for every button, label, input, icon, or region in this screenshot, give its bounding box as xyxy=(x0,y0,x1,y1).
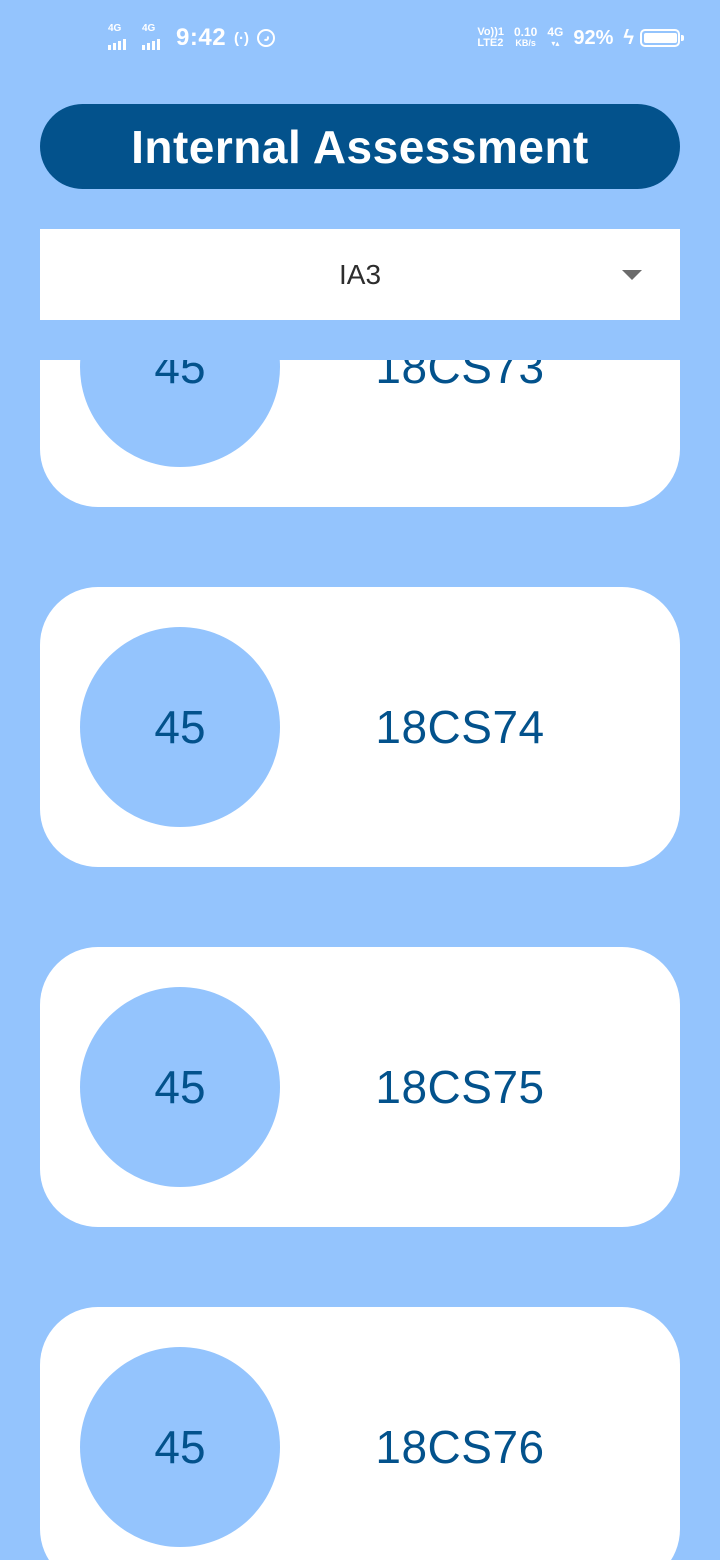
marks-value: 45 xyxy=(154,1421,206,1473)
volte-bottom-label: LTE2 xyxy=(477,37,504,49)
marks-circle: 45 xyxy=(80,987,280,1187)
status-bar: 4G 4G 9:42 (·) Vo))1 LTE2 0.10 KB/s 4G ▾… xyxy=(0,0,720,76)
signal-icon: 4G xyxy=(108,24,134,52)
subject-card[interactable]: 45 18CS75 xyxy=(40,947,680,1227)
subject-list[interactable]: 45 18CS73 45 18CS74 45 18CS75 45 18CS76 xyxy=(0,360,720,1560)
subject-card[interactable]: 45 18CS73 xyxy=(40,360,680,507)
hotspot-icon: (·) xyxy=(234,29,250,47)
page-title: Internal Assessment xyxy=(131,120,589,173)
marks-value: 45 xyxy=(154,360,206,393)
network-type-label: 4G xyxy=(142,23,156,34)
speed-value: 0.10 xyxy=(514,25,538,39)
marks-value: 45 xyxy=(154,701,206,753)
battery-percent: 92% xyxy=(573,26,614,49)
battery-icon xyxy=(640,29,684,47)
network-speed: 0.10 KB/s xyxy=(514,25,538,49)
dropdown-selected-value: IA3 xyxy=(338,258,382,290)
status-bar-left: 4G 4G 9:42 (·) xyxy=(108,22,276,54)
subject-code: 18CS76 xyxy=(375,1421,545,1473)
marks-circle: 45 xyxy=(80,360,280,467)
subject-card[interactable]: 45 18CS76 xyxy=(40,1307,680,1560)
marks-circle: 45 xyxy=(80,1347,280,1547)
subject-code: 18CS73 xyxy=(375,360,545,393)
page-title-banner: Internal Assessment xyxy=(40,104,680,189)
data-network-icon: 4G ▾▴ xyxy=(547,25,564,48)
network-type-label: 4G xyxy=(108,23,122,34)
marks-circle: 45 xyxy=(80,627,280,827)
subject-card[interactable]: 45 18CS74 xyxy=(40,587,680,867)
volte-indicator: Vo))1 LTE2 xyxy=(477,27,504,49)
network-type-label: 4G xyxy=(547,25,564,39)
assessment-dropdown[interactable]: IA3 xyxy=(40,229,680,320)
clock: 9:42 xyxy=(176,24,227,51)
subject-code: 18CS74 xyxy=(375,701,545,753)
charging-bolt-icon: ϟ xyxy=(623,26,634,49)
speed-unit: KB/s xyxy=(515,38,536,48)
marks-value: 45 xyxy=(154,1061,206,1113)
whatsapp-icon xyxy=(257,29,276,47)
status-bar-right: Vo))1 LTE2 0.10 KB/s 4G ▾▴ 92% ϟ xyxy=(477,22,684,54)
chevron-down-icon[interactable] xyxy=(622,270,642,280)
signal-icon: 4G xyxy=(142,24,168,52)
subject-code: 18CS75 xyxy=(375,1061,545,1113)
